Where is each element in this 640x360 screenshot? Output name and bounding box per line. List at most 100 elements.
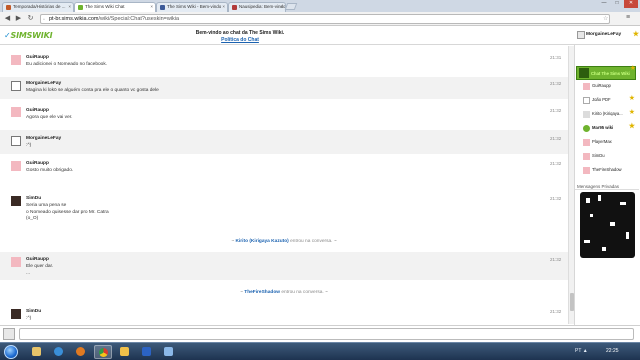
new-tab-button[interactable] xyxy=(284,3,298,10)
browser-tab-strip: Temporada/Histórias de ... × The Sims Wi… xyxy=(0,0,640,12)
forward-icon[interactable]: ▶ xyxy=(14,14,23,23)
close-tab-icon[interactable]: × xyxy=(68,4,71,9)
user-name: João PDF xyxy=(592,97,611,102)
tab-3[interactable]: The Sims Wiki - Bem-vindo × xyxy=(156,2,228,12)
message-user[interactable]: GuiRaupp xyxy=(26,108,49,113)
avatar xyxy=(583,97,590,104)
message-user[interactable]: SimDu xyxy=(26,309,41,314)
folder-icon[interactable] xyxy=(116,345,134,359)
message-user[interactable]: GuiRaupp xyxy=(26,55,49,60)
user-name: TheFireShadow xyxy=(592,167,622,172)
avatar xyxy=(583,139,590,146)
url-input[interactable]: ▫ pt-br.sims.wikia.com/wiki/Special:Chat… xyxy=(40,14,610,24)
message-text: Magina ki lokö se alguém conta pra ele o… xyxy=(26,88,159,93)
close-tab-icon[interactable]: × xyxy=(280,4,283,9)
maximize-icon[interactable]: □ xyxy=(611,0,623,8)
paint-icon[interactable] xyxy=(160,345,178,359)
wrench-menu-icon[interactable]: ≡ xyxy=(626,14,630,21)
tab-4[interactable]: Nausipedia: Bem-vindo × xyxy=(228,2,286,12)
message-text: Seria uma pena se o Nomeado quisesse dar… xyxy=(26,203,109,221)
media-player-icon[interactable] xyxy=(72,345,90,359)
tab-2[interactable]: The Sims Wiki Chat × xyxy=(74,2,156,12)
room-header[interactable]: Chat The Sims Wiki ★ xyxy=(576,65,636,80)
message-text: :^) xyxy=(26,316,32,321)
simswiki-logo: ✓SIMSWIKI xyxy=(4,31,53,40)
tab-title: Nausipedia: Bem-vindo xyxy=(239,4,286,9)
private-message-image xyxy=(580,192,635,258)
avatar xyxy=(577,31,585,39)
current-user[interactable]: MorgaineLeFay ★ xyxy=(576,30,640,42)
message-user[interactable]: GuiRaupp xyxy=(26,257,49,262)
explorer-icon[interactable] xyxy=(28,345,46,359)
close-tab-icon[interactable]: × xyxy=(150,4,153,9)
close-window-icon[interactable]: ✕ xyxy=(624,0,638,8)
message-time: 21:32 xyxy=(550,136,562,141)
join-alert: ~ Kirito (Kirigaya Kazuto) entrou na con… xyxy=(231,239,337,244)
address-bar: ◀ ▶ ↻ ▫ pt-br.sims.wikia.com/wiki/Specia… xyxy=(0,12,640,26)
chat-message: GuiRaupp Eu adicionei o Nomeado no faceb… xyxy=(0,51,568,73)
message-time: 21:32 xyxy=(550,81,562,86)
avatar xyxy=(583,83,590,90)
avatar xyxy=(11,107,21,117)
chat-message: GuiRaupp Gosto muito obrigado. 21:32 xyxy=(0,157,568,179)
chat-policy-link[interactable]: Política do Chat xyxy=(180,37,300,43)
user-list-item[interactable]: TheFireShadow xyxy=(580,166,638,176)
avatar xyxy=(583,153,590,160)
clock[interactable]: 22:25 xyxy=(606,348,619,354)
message-text: Ele quer dar. ... xyxy=(26,264,54,276)
avatar xyxy=(11,161,21,171)
star-icon: ★ xyxy=(628,123,635,130)
avatar xyxy=(11,81,21,91)
message-time: 21:32 xyxy=(550,108,562,113)
join-alert-user[interactable]: TheFireShadow xyxy=(244,290,280,295)
taskbar: PT ▲ 22:25 xyxy=(0,342,640,360)
user-list-item[interactable]: Kirito (Kiriqaya... ★ xyxy=(580,109,638,120)
user-name: Kirito (Kiriqaya... xyxy=(592,111,623,116)
message-user[interactable]: GuiRaupp xyxy=(26,161,49,166)
favicon-icon xyxy=(160,5,165,10)
message-text: Eu adicionei o Nomeado no facebook. xyxy=(26,62,108,67)
avatar xyxy=(583,111,590,118)
private-messages-label: Mensagens Privadas xyxy=(575,184,639,190)
url-host: pt-br.sims.wikia.com xyxy=(49,16,99,22)
room-name: Chat The Sims Wiki xyxy=(591,71,630,76)
bookmark-star-icon[interactable]: ☆ xyxy=(603,15,608,22)
message-time: 21:32 xyxy=(550,309,562,314)
message-user[interactable]: SimDu xyxy=(26,196,41,201)
start-button[interactable] xyxy=(4,345,18,359)
message-text: Gosto muito obrigado. xyxy=(26,168,74,173)
chat-message: GuiRaupp Ele quer dar. ... 21:32 xyxy=(0,252,568,280)
favicon-icon xyxy=(232,5,237,10)
minimize-icon[interactable]: — xyxy=(598,0,610,8)
message-input-bar xyxy=(0,325,640,342)
join-alert-user[interactable]: Kirito (Kirigaya Kazuto) xyxy=(235,239,288,244)
user-list-item[interactable]: SimDu xyxy=(580,152,638,162)
user-list-item[interactable]: GuiRaupp xyxy=(580,82,638,92)
close-tab-icon[interactable]: × xyxy=(222,4,225,9)
system-tray[interactable]: PT ▲ xyxy=(575,348,588,354)
avatar xyxy=(11,55,21,65)
tab-title: The Sims Wiki Chat xyxy=(85,4,125,9)
tab-1[interactable]: Temporada/Histórias de ... × xyxy=(2,2,74,12)
user-list-item[interactable]: João PDF ★ xyxy=(580,95,638,106)
ie-icon[interactable] xyxy=(50,345,68,359)
avatar xyxy=(11,136,21,146)
message-user[interactable]: MorgaineLeFay xyxy=(26,136,61,141)
page-icon: ▫ xyxy=(43,17,45,23)
reload-icon[interactable]: ↻ xyxy=(26,14,35,23)
message-user[interactable]: MorgaineLeFay xyxy=(26,81,61,86)
message-input[interactable] xyxy=(19,328,634,340)
user-list-item[interactable]: Mar95 wiki ★ xyxy=(580,123,638,134)
word-icon[interactable] xyxy=(138,345,156,359)
favicon-icon xyxy=(78,5,83,10)
message-time: 21:32 xyxy=(550,196,562,201)
chrome-icon[interactable] xyxy=(94,345,112,359)
message-time: 21:32 xyxy=(550,161,562,166)
back-icon[interactable]: ◀ xyxy=(3,14,12,23)
user-list-item[interactable]: PlayerMax xyxy=(580,138,638,148)
avatar xyxy=(583,125,590,132)
avatar xyxy=(3,328,15,340)
chat-message: SimDu Seria uma pena se o Nomeado quises… xyxy=(0,191,568,227)
chat-header: ✓SIMSWIKI Bem-vindo ao chat da The Sims … xyxy=(0,27,640,45)
avatar xyxy=(11,309,21,319)
